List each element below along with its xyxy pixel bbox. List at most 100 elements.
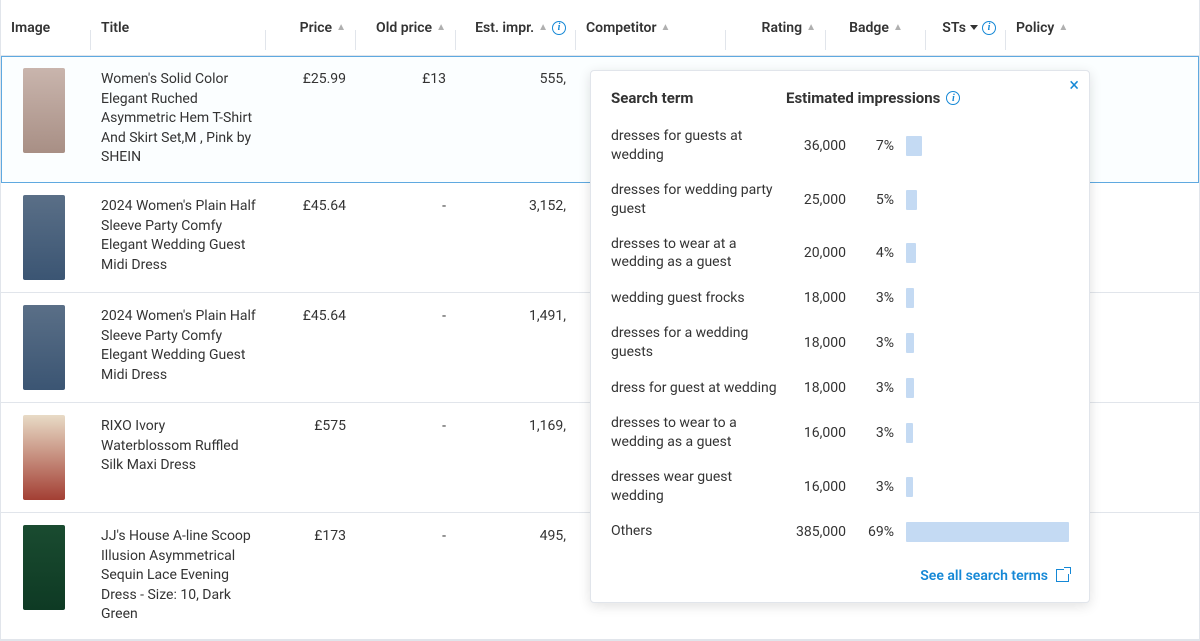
col-rating[interactable]: Rating ▲ [726, 12, 826, 44]
popover-term-header: Search term [611, 89, 786, 107]
search-term-bar-wrap [906, 288, 1069, 308]
search-term-row: dresses wear guest wedding16,0003% [591, 460, 1089, 514]
sort-asc-icon: ▲ [336, 23, 346, 33]
info-icon[interactable]: i [946, 91, 960, 105]
search-term-value: 16,000 [786, 425, 856, 441]
search-term-bar-wrap [906, 378, 1069, 398]
info-icon[interactable]: i [552, 21, 566, 35]
sort-asc-icon: ▲ [806, 23, 816, 33]
cell-old-price: - [356, 183, 456, 292]
search-term-value: 25,000 [786, 192, 856, 208]
search-term-value: 20,000 [786, 245, 856, 261]
cell-image [1, 513, 91, 639]
sort-desc-icon [970, 25, 978, 30]
search-term-pct: 3% [856, 380, 906, 396]
product-thumbnail[interactable] [23, 415, 65, 500]
cell-title: RIXO Ivory Waterblossom Ruffled Silk Max… [91, 403, 266, 512]
popover-est-header: Estimated impressions i [786, 89, 1069, 107]
search-term-bar-wrap [906, 333, 1069, 353]
search-term: wedding guest frocks [611, 289, 786, 308]
col-image[interactable]: Image [1, 12, 91, 44]
cell-image [1, 56, 91, 182]
search-term-pct: 3% [856, 335, 906, 351]
search-term-row: dresses for guests at wedding36,0007% [591, 119, 1089, 173]
search-terms-popover: × Search term Estimated impressions i dr… [590, 70, 1090, 603]
search-term-pct: 3% [856, 479, 906, 495]
col-policy[interactable]: Policy ▲ [1006, 12, 1096, 44]
col-label: Policy [1016, 20, 1054, 36]
search-term: Others [611, 522, 786, 541]
search-term-bar [906, 477, 913, 497]
search-term-bar-wrap [906, 477, 1069, 497]
col-est-impr[interactable]: Est. impr. ▲ i [456, 12, 576, 44]
cell-title: 2024 Women's Plain Half Sleeve Party Com… [91, 293, 266, 402]
search-term-bar [906, 378, 914, 398]
search-term-pct: 69% [856, 524, 906, 540]
popover-header: Search term Estimated impressions i [591, 75, 1089, 119]
search-term-bar [906, 522, 1069, 542]
search-term-bar [906, 243, 916, 263]
search-term-bar [906, 333, 914, 353]
col-competitor[interactable]: Competitor ▲ [576, 12, 726, 44]
sort-asc-icon: ▲ [1058, 23, 1068, 33]
cell-title: 2024 Women's Plain Half Sleeve Party Com… [91, 183, 266, 292]
cell-price: £45.64 [266, 183, 356, 292]
search-term-bar-wrap [906, 136, 1069, 156]
see-all-link[interactable]: See all search terms [920, 568, 1069, 584]
product-title[interactable]: Women's Solid Color Elegant Ruched Asymm… [101, 71, 252, 165]
search-term: dress for guest at wedding [611, 379, 786, 398]
product-title[interactable]: RIXO Ivory Waterblossom Ruffled Silk Max… [101, 418, 239, 473]
table-header: Image Title Price ▲ Old price ▲ Est. imp… [1, 0, 1199, 56]
col-label: Price [300, 20, 333, 36]
col-label: Title [101, 20, 129, 36]
search-term-bar-wrap [906, 522, 1069, 542]
popover-body: dresses for guests at wedding36,0007%dre… [591, 119, 1089, 550]
product-thumbnail[interactable] [23, 195, 65, 280]
cell-image [1, 183, 91, 292]
see-all-label: See all search terms [920, 568, 1048, 584]
search-term: dresses to wear to a wedding as a guest [611, 414, 786, 452]
external-link-icon [1056, 569, 1069, 582]
search-term-bar [906, 136, 922, 156]
cell-price: £173 [266, 513, 356, 639]
cell-old-price: - [356, 513, 456, 639]
cell-price: £45.64 [266, 293, 356, 402]
search-term-row: dress for guest at wedding18,0003% [591, 370, 1089, 406]
product-title[interactable]: 2024 Women's Plain Half Sleeve Party Com… [101, 198, 256, 273]
cell-image [1, 403, 91, 512]
search-term-pct: 5% [856, 192, 906, 208]
col-label: Image [11, 20, 50, 36]
col-label: Competitor [586, 20, 656, 36]
search-term-row: Others385,00069% [591, 514, 1089, 550]
cell-old-price: - [356, 293, 456, 402]
cell-est-impr: 1,169, [456, 403, 576, 512]
product-thumbnail[interactable] [23, 525, 65, 610]
col-old-price[interactable]: Old price ▲ [356, 12, 456, 44]
cell-price: £25.99 [266, 56, 356, 182]
search-term-row: dresses to wear at a wedding as a guest2… [591, 227, 1089, 281]
sort-asc-icon: ▲ [538, 23, 548, 33]
search-term: dresses for wedding party guest [611, 181, 786, 219]
search-term-row: wedding guest frocks18,0003% [591, 280, 1089, 316]
col-label: Badge [849, 20, 889, 36]
cell-est-impr: 555, [456, 56, 576, 182]
col-title[interactable]: Title [91, 12, 266, 44]
product-thumbnail[interactable] [23, 68, 65, 153]
cell-price: £575 [266, 403, 356, 512]
col-price[interactable]: Price ▲ [266, 12, 356, 44]
search-term-bar [906, 423, 913, 443]
search-term-pct: 7% [856, 138, 906, 154]
product-thumbnail[interactable] [23, 305, 65, 390]
info-icon[interactable]: i [982, 21, 996, 35]
col-sts[interactable]: STs i [926, 12, 1006, 44]
search-term-bar-wrap [906, 243, 1069, 263]
product-title[interactable]: 2024 Women's Plain Half Sleeve Party Com… [101, 308, 256, 383]
close-icon[interactable]: × [1069, 77, 1079, 95]
popover-footer: See all search terms [591, 550, 1089, 584]
search-term: dresses for guests at wedding [611, 127, 786, 165]
search-term-value: 18,000 [786, 380, 856, 396]
product-title[interactable]: JJ's House A-line Scoop Illusion Asymmet… [101, 528, 251, 622]
search-term-bar-wrap [906, 423, 1069, 443]
col-badge[interactable]: Badge ▲ [826, 12, 926, 44]
search-term-value: 385,000 [786, 524, 856, 540]
